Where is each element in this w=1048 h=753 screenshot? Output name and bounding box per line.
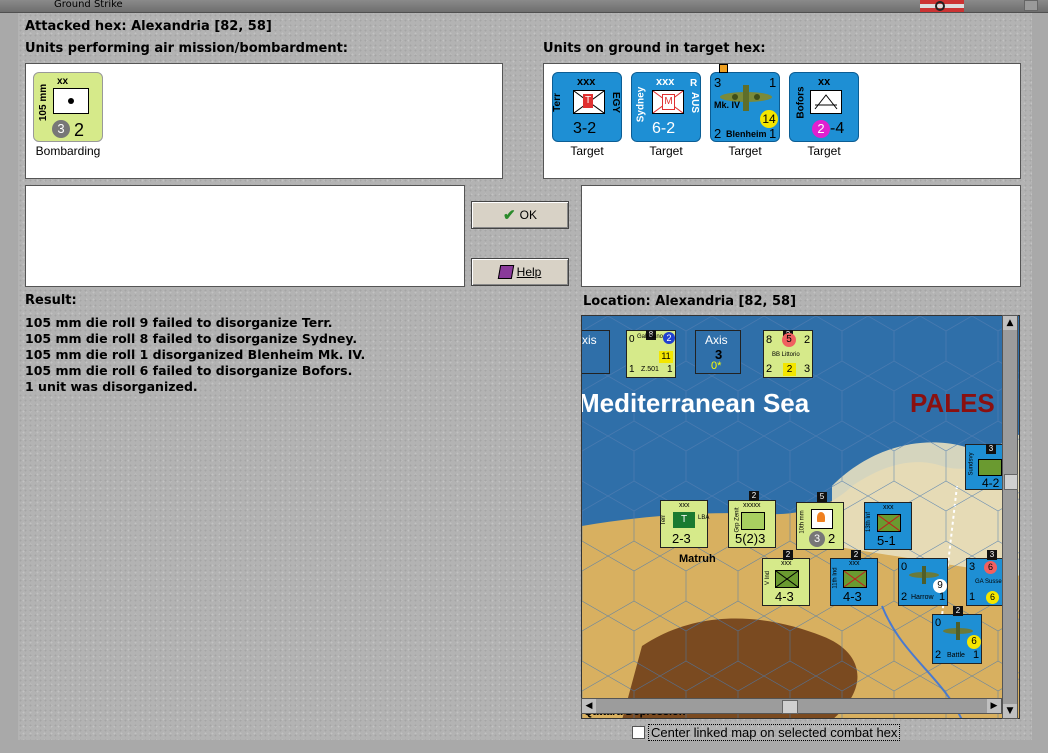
- left-info-panel: [25, 185, 465, 287]
- result-text: 105 mm die roll 9 failed to disorganize …: [25, 315, 365, 395]
- right-info-panel: [581, 185, 1021, 287]
- infantry-symbol-icon: M: [652, 90, 684, 114]
- infantry-symbol-icon: T: [573, 90, 605, 114]
- scroll-thumb[interactable]: [1004, 474, 1018, 490]
- map-counter-5-1[interactable]: xxx 13th Inf 5-1: [864, 502, 912, 550]
- unit-name: Bofors: [795, 86, 807, 119]
- air-units-list: xx 105 mm 3 2 Bombarding: [25, 63, 503, 179]
- title-bar: Ground Strike: [0, 0, 1048, 13]
- unit-105mm[interactable]: xx 105 mm 3 2: [33, 72, 103, 142]
- ground-strike-dialog: Attacked hex: Alexandria [82, 58] Units …: [18, 13, 1032, 741]
- help-button[interactable]: Help: [471, 258, 569, 286]
- center-map-checkbox-label[interactable]: Center linked map on selected combat hex: [648, 724, 901, 741]
- unit-nation: EGY: [610, 91, 622, 114]
- ground-units-label: Units on ground in target hex:: [543, 41, 766, 56]
- unit-strength: 6-2: [652, 120, 676, 137]
- result-line: 1 unit was disorganized.: [25, 379, 198, 394]
- burning-icon: [811, 509, 833, 529]
- map-counter-battle[interactable]: 2 0 6 2 Battle 1: [932, 606, 982, 664]
- map-counter-v-ind[interactable]: 2 xxx V Ind 4-3: [762, 550, 810, 606]
- center-map-checkbox[interactable]: [632, 726, 645, 739]
- counter-bottom-left: 2: [714, 126, 722, 141]
- map-counter-terr-lba[interactable]: xxx Terr T LBA 2-3: [660, 500, 709, 548]
- unit-strength: 3-2: [573, 120, 597, 137]
- scroll-up-icon[interactable]: ▲: [1003, 316, 1017, 330]
- result-label: Result:: [25, 293, 77, 308]
- unit-strength: 2: [74, 120, 85, 140]
- axis-pool[interactable]: Axis 3 0*: [695, 330, 741, 374]
- location-label: Location: Alexandria [82, 58]: [583, 294, 797, 309]
- unit-size: xx: [57, 76, 69, 87]
- unit-caption: Target: [728, 144, 762, 158]
- help-label: Help: [516, 265, 542, 279]
- counter-bottom-right: 1: [769, 126, 777, 141]
- help-book-icon: [497, 265, 514, 279]
- unit-name: Mk. IV: [714, 100, 741, 110]
- flag-icon: [920, 0, 964, 12]
- attacked-hex-title: Attacked hex: Alexandria [82, 58]: [25, 19, 272, 34]
- map-counter-gabbiano[interactable]: 8 0 Gabbiano 2 11 1 Z.501 1: [626, 330, 676, 378]
- axis-label: Axis: [705, 333, 728, 347]
- unit-size: xx: [818, 76, 831, 88]
- air-units-label: Units performing air mission/bombardment…: [25, 41, 349, 56]
- aa-symbol-icon: [810, 90, 842, 114]
- artillery-symbol-icon: [53, 88, 89, 114]
- checkmark-icon: ✔: [503, 207, 516, 224]
- scroll-down-icon[interactable]: ▼: [1003, 704, 1017, 718]
- map-counter-harrow[interactable]: 0 9 2 Harrow 1: [898, 558, 948, 606]
- unit-size: xxx: [656, 76, 675, 88]
- ground-units-list: xxx Terr EGY T 3-2 Target xxx R Sydney A…: [543, 63, 1021, 179]
- region-label: PALES: [910, 388, 995, 418]
- disorg-marker: 2: [812, 120, 830, 138]
- result-line: 105 mm die roll 6 failed to disorganize …: [25, 363, 353, 378]
- ok-label: OK: [519, 208, 537, 222]
- map-counter-11th-ind[interactable]: 2 xxx 11th Ind 4-3: [830, 550, 878, 606]
- scroll-right-icon[interactable]: ▶: [987, 699, 1001, 713]
- scroll-thumb[interactable]: [782, 700, 798, 714]
- map-counter-littorio[interactable]: 3 8 5 2 BB Littorio 2 2 3: [763, 330, 813, 378]
- scroll-left-icon[interactable]: ◀: [582, 699, 596, 713]
- sea-label: Mediterranean Sea: [581, 388, 810, 418]
- close-icon[interactable]: [1024, 0, 1038, 11]
- axis-pool[interactable]: xis: [582, 330, 610, 374]
- disorg-flag-icon: [719, 64, 728, 73]
- unit-caption: Target: [570, 144, 604, 158]
- map-horizontal-scrollbar[interactable]: ◀ ▶: [581, 698, 1002, 714]
- unit-sub: Blenheim: [726, 129, 767, 139]
- window-title: Ground Strike: [54, 0, 123, 10]
- unit-nation: AUS: [689, 91, 701, 114]
- map-vertical-scrollbar[interactable]: ▲ ▼: [1002, 315, 1018, 719]
- unit-caption: Target: [649, 144, 683, 158]
- town-label: Matruh: [679, 553, 716, 565]
- unit-name: Sydney: [635, 86, 647, 123]
- unit-blenheim[interactable]: 3 1 Mk. IV 14 2 Blenheim 1: [710, 64, 780, 142]
- unit-name: 105 mm: [38, 83, 50, 122]
- result-line: 105 mm die roll 1 disorganized Blenheim …: [25, 347, 366, 362]
- unit-sydney[interactable]: xxx R Sydney AUS M 6-2: [631, 72, 701, 142]
- map-counter-arty[interactable]: 5 10th mm 3 2: [796, 492, 844, 550]
- unit-terr[interactable]: xxx Terr EGY T 3-2: [552, 72, 622, 142]
- unit-extra: R: [690, 78, 698, 89]
- result-line: 105 mm die roll 9 failed to disorganize …: [25, 315, 333, 330]
- unit-caption: Target: [807, 144, 841, 158]
- map-counter-zenit[interactable]: 2 xxxxx Grp Zenit 5(2)3: [728, 491, 776, 548]
- linked-map[interactable]: Mediterranean Sea PALES Matruh Qattara D…: [581, 315, 1020, 719]
- unit-size: xxx: [577, 76, 596, 88]
- unit-strength: -4: [830, 120, 845, 137]
- unit-bofors[interactable]: xx Bofors 2 -4: [789, 72, 859, 142]
- result-line: 105 mm die roll 8 failed to disorganize …: [25, 331, 358, 346]
- unit-name: Terr: [551, 93, 563, 112]
- ok-button[interactable]: ✔ OK: [471, 201, 569, 229]
- disorg-marker: 3: [52, 120, 70, 138]
- unit-caption: Bombarding: [35, 144, 101, 158]
